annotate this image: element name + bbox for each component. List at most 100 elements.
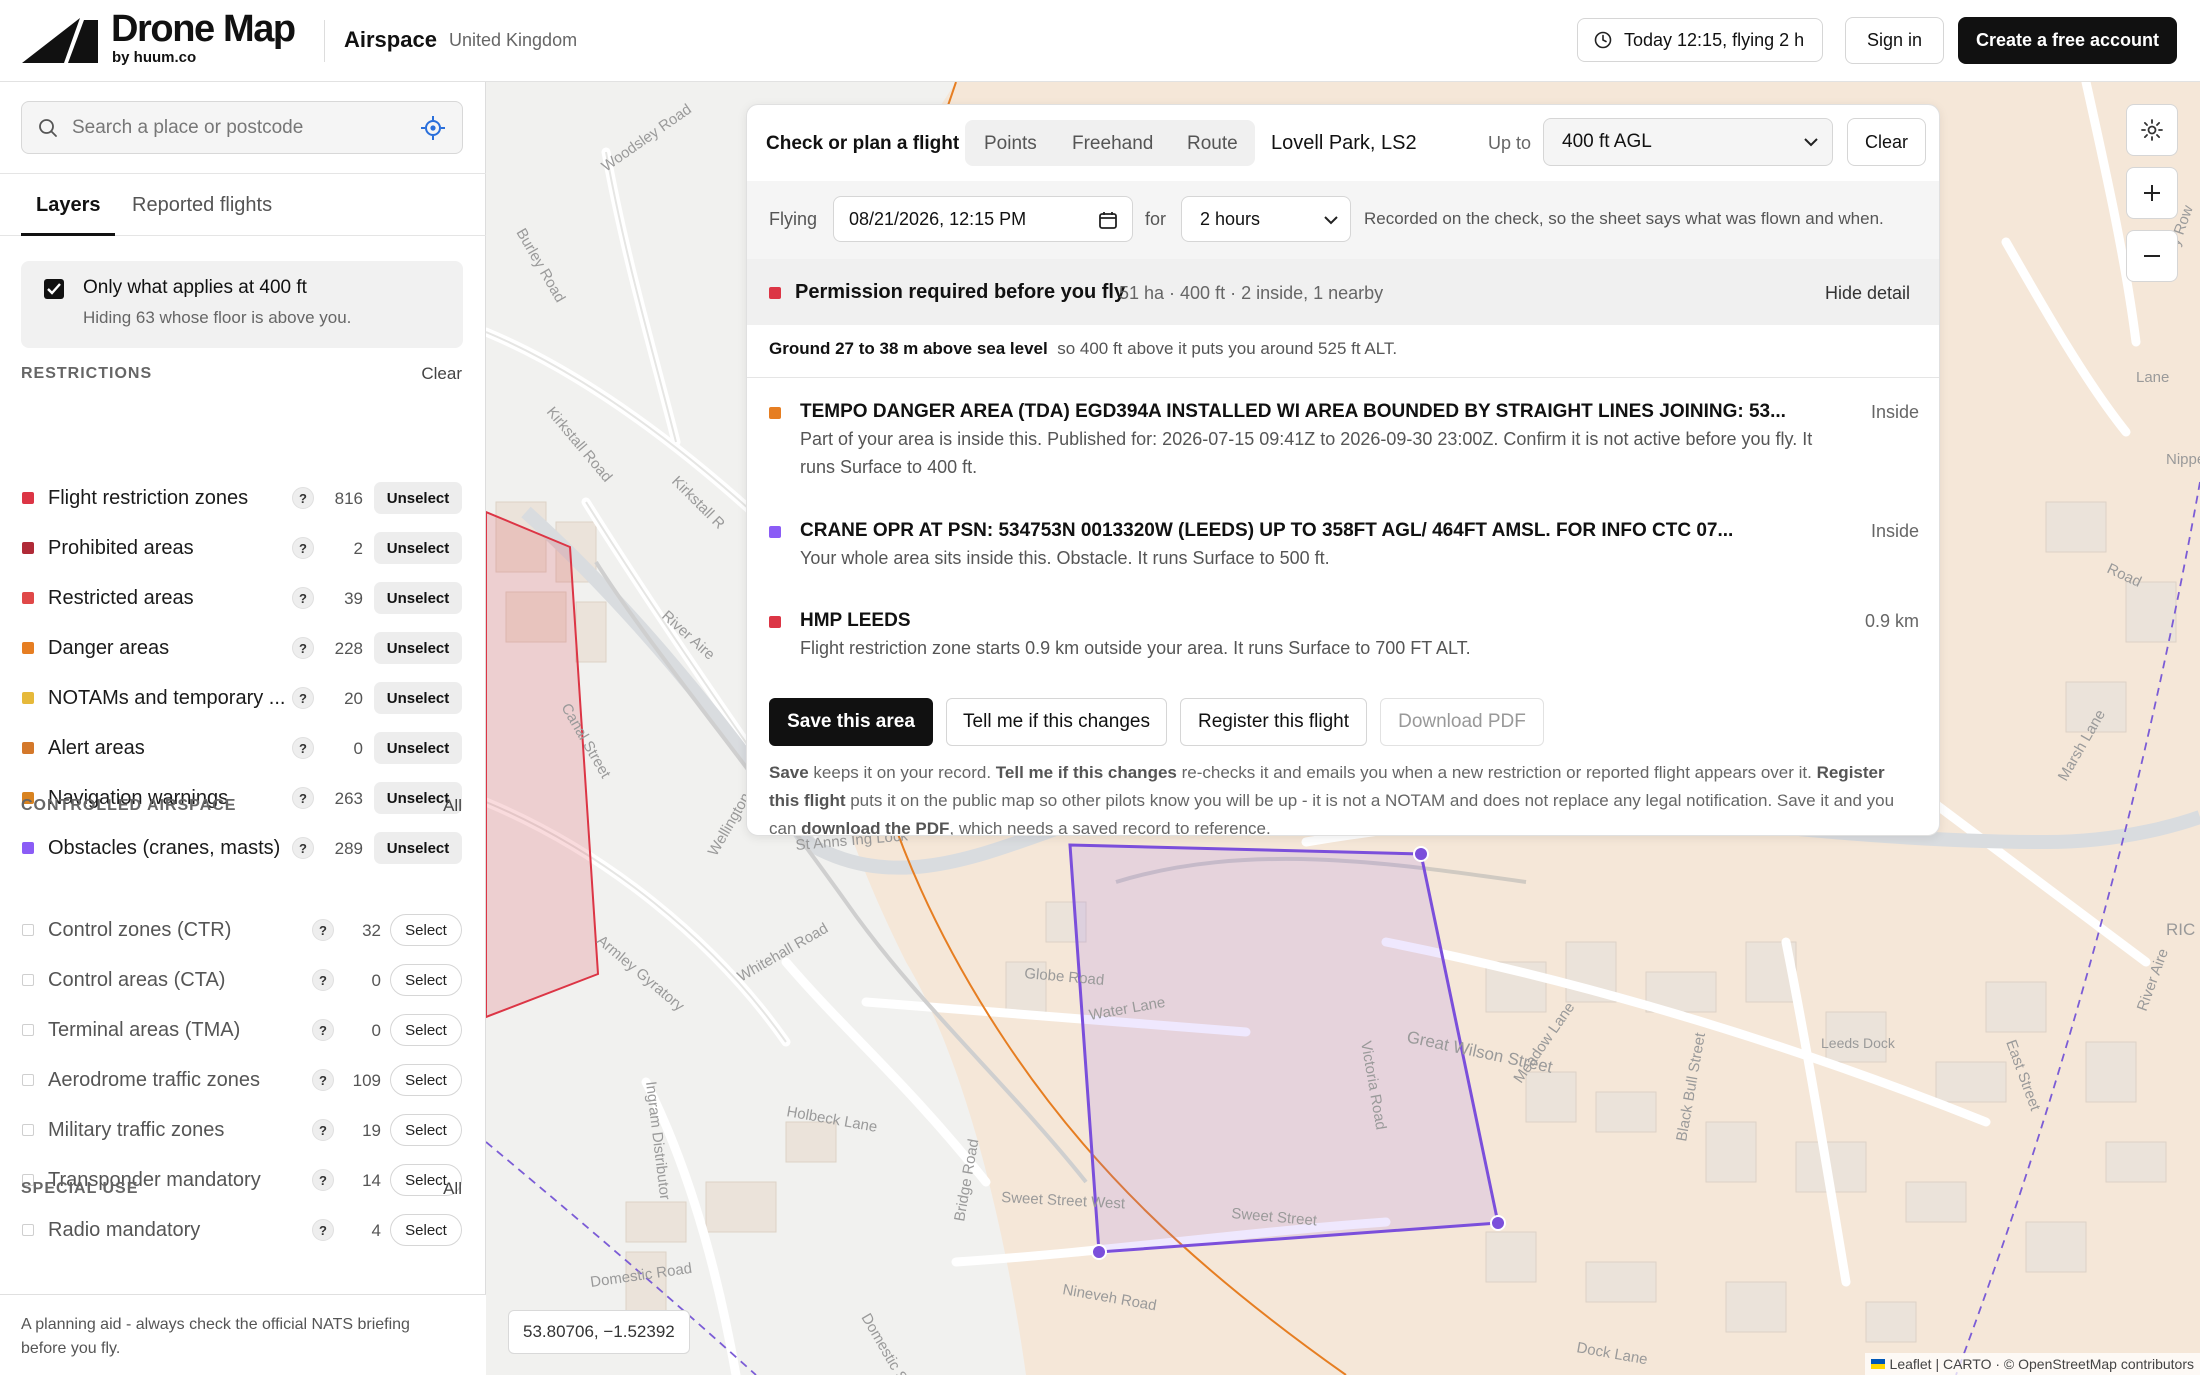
special-use-heading: SPECIAL USE [21, 1180, 139, 1197]
create-account-button[interactable]: Create a free account [1958, 17, 2177, 64]
help-icon[interactable]: ? [292, 837, 314, 859]
mode-route[interactable]: Route [1187, 133, 1238, 155]
airspace-item-relation: Inside [1870, 402, 1919, 422]
layer-row[interactable]: Flight restriction zones? 816 Unselect [0, 478, 486, 518]
zoom-in-button[interactable] [2126, 167, 2178, 219]
layer-row[interactable]: Prohibited areas? 2 Unselect [0, 528, 486, 568]
save-area-button[interactable]: Save this area [769, 698, 933, 746]
disclaimer-text: A planning aid - always check the offici… [21, 1316, 410, 1357]
layer-label: Danger areas [48, 637, 170, 659]
explain-text: re-checks it and emails you when a new r… [1176, 763, 1817, 782]
airspace-item-detail: Part of your area is inside this. Publis… [800, 429, 1813, 477]
layer-label: Control zones (CTR) [48, 919, 232, 941]
layer-color-swatch [22, 1124, 34, 1136]
layer-row[interactable]: Alert areas? 0 Unselect [0, 728, 486, 768]
layer-label: Prohibited areas [48, 537, 194, 559]
flight-datetime-input[interactable]: 08/21/2026, 12:15 PM [833, 196, 1133, 242]
download-pdf-button: Download PDF [1380, 698, 1544, 746]
sign-in-button[interactable]: Sign in [1845, 17, 1944, 64]
attribution-text[interactable]: Leaflet | CARTO · © OpenStreetMap contri… [1890, 1356, 2194, 1372]
help-icon[interactable]: ? [292, 787, 314, 809]
chevron-down-icon [1804, 138, 1818, 147]
header-divider [324, 20, 325, 62]
mode-freehand[interactable]: Freehand [1072, 133, 1153, 155]
restrictions-clear-link[interactable]: Clear [421, 364, 462, 384]
airspace-item-title[interactable]: TEMPO DANGER AREA (TDA) EGD394A INSTALLE… [800, 401, 1786, 423]
explain-save: Save [769, 763, 809, 782]
layer-color-swatch [22, 1024, 34, 1036]
altitude-select[interactable]: 400 ft AGL [1543, 118, 1833, 166]
special-use-all-link[interactable]: All [443, 1179, 462, 1199]
locate-me-icon[interactable] [420, 115, 446, 141]
unselect-layer-button[interactable]: Unselect [374, 532, 462, 564]
layer-color-swatch [22, 542, 34, 554]
altitude-filter-checkbox[interactable] [44, 279, 64, 299]
unselect-layer-button[interactable]: Unselect [374, 732, 462, 764]
draw-mode-toggle: Points Freehand Route [965, 120, 1255, 166]
altitude-filter[interactable]: Only what applies at 400 ft Hiding 63 wh… [21, 261, 463, 348]
airspace-item-title[interactable]: HMP LEEDS [800, 610, 911, 632]
layer-row[interactable]: Restricted areas? 39 Unselect [0, 578, 486, 618]
ukraine-flag-icon [1870, 1359, 1885, 1369]
flight-time-button[interactable]: Today 12:15, flying 2 h [1577, 18, 1823, 62]
layer-label: Obstacles (cranes, masts) [48, 837, 281, 859]
help-icon[interactable]: ? [292, 537, 314, 559]
layer-row[interactable]: Aerodrome traffic zones? 109 Select [0, 1060, 486, 1100]
layer-row[interactable]: NOTAMs and temporary ...? 20 Unselect [0, 678, 486, 718]
map-settings-button[interactable] [2126, 104, 2178, 156]
help-icon[interactable]: ? [292, 487, 314, 509]
layer-row[interactable]: Military traffic zones? 19 Select [0, 1110, 486, 1150]
layer-row[interactable]: Terminal areas (TMA)? 0 Select [0, 1010, 486, 1050]
layer-row[interactable]: Control zones (CTR)? 32 Select [0, 910, 486, 950]
search-input[interactable] [72, 110, 402, 146]
altitude-value: 400 ft AGL [1562, 131, 1652, 152]
hide-detail-link[interactable]: Hide detail [1825, 283, 1910, 304]
item-color-dot [769, 407, 781, 419]
mode-points[interactable]: Points [984, 133, 1037, 155]
sidebar-disclaimer: A planning aid - always check the offici… [0, 1294, 486, 1375]
help-icon[interactable]: ? [292, 587, 314, 609]
select-layer-button[interactable]: Select [390, 964, 462, 996]
select-layer-button[interactable]: Select [390, 914, 462, 946]
layer-count: 263 [334, 789, 363, 808]
unselect-layer-button[interactable]: Unselect [374, 482, 462, 514]
notify-changes-button[interactable]: Tell me if this changes [946, 698, 1167, 746]
tab-layers[interactable]: Layers [36, 194, 101, 217]
layer-color-swatch [22, 842, 34, 854]
help-icon[interactable]: ? [292, 737, 314, 759]
zoom-out-button[interactable] [2126, 230, 2178, 282]
select-layer-button[interactable]: Select [390, 1014, 462, 1046]
sidebar-tabs: Layers Reported flights [0, 173, 486, 236]
help-icon[interactable]: ? [292, 637, 314, 659]
explain-pdf-link[interactable]: download the PDF [801, 819, 949, 835]
unselect-layer-button[interactable]: Unselect [374, 832, 462, 864]
layer-row[interactable]: Obstacles (cranes, masts)? 289 Unselect [0, 828, 486, 868]
select-layer-button[interactable]: Select [390, 1064, 462, 1096]
for-label: for [1145, 209, 1167, 229]
unselect-layer-button[interactable]: Unselect [374, 682, 462, 714]
layer-row[interactable]: Control areas (CTA)? 0 Select [0, 960, 486, 1000]
duration-select[interactable]: 2 hours [1181, 196, 1351, 242]
layer-label: Control areas (CTA) [48, 969, 226, 991]
select-layer-button[interactable]: Select [390, 1114, 462, 1146]
altitude-filter-note: Hiding 63 whose floor is above you. [83, 308, 352, 327]
area-place-name: Lovell Park, LS2 [1271, 132, 1417, 154]
layer-row[interactable]: Danger areas? 228 Unselect [0, 628, 486, 668]
unselect-layer-button[interactable]: Unselect [374, 582, 462, 614]
help-icon[interactable]: ? [292, 687, 314, 709]
layer-row[interactable]: Radio mandatory? 4 Select [0, 1210, 486, 1250]
panel-title: Check or plan a flight [766, 133, 960, 154]
controlled-airspace-all-link[interactable]: All [443, 796, 462, 816]
register-flight-button[interactable]: Register this flight [1180, 698, 1367, 746]
drone-map-logo[interactable] [22, 16, 98, 66]
clear-area-button[interactable]: Clear [1847, 118, 1926, 166]
tab-reported-flights[interactable]: Reported flights [132, 194, 272, 217]
unselect-layer-button[interactable]: Unselect [374, 632, 462, 664]
check-icon [47, 283, 61, 295]
select-layer-button[interactable]: Select [390, 1214, 462, 1246]
flight-datetime-value: 08/21/2026, 12:15 PM [849, 208, 1027, 229]
map-attribution[interactable]: Leaflet | CARTO · © OpenStreetMap contri… [1864, 1353, 2200, 1375]
airspace-item-title[interactable]: CRANE OPR AT PSN: 534753N 0013320W (LEED… [800, 520, 1733, 542]
layer-color-swatch [22, 592, 34, 604]
layer-color-swatch [22, 642, 34, 654]
